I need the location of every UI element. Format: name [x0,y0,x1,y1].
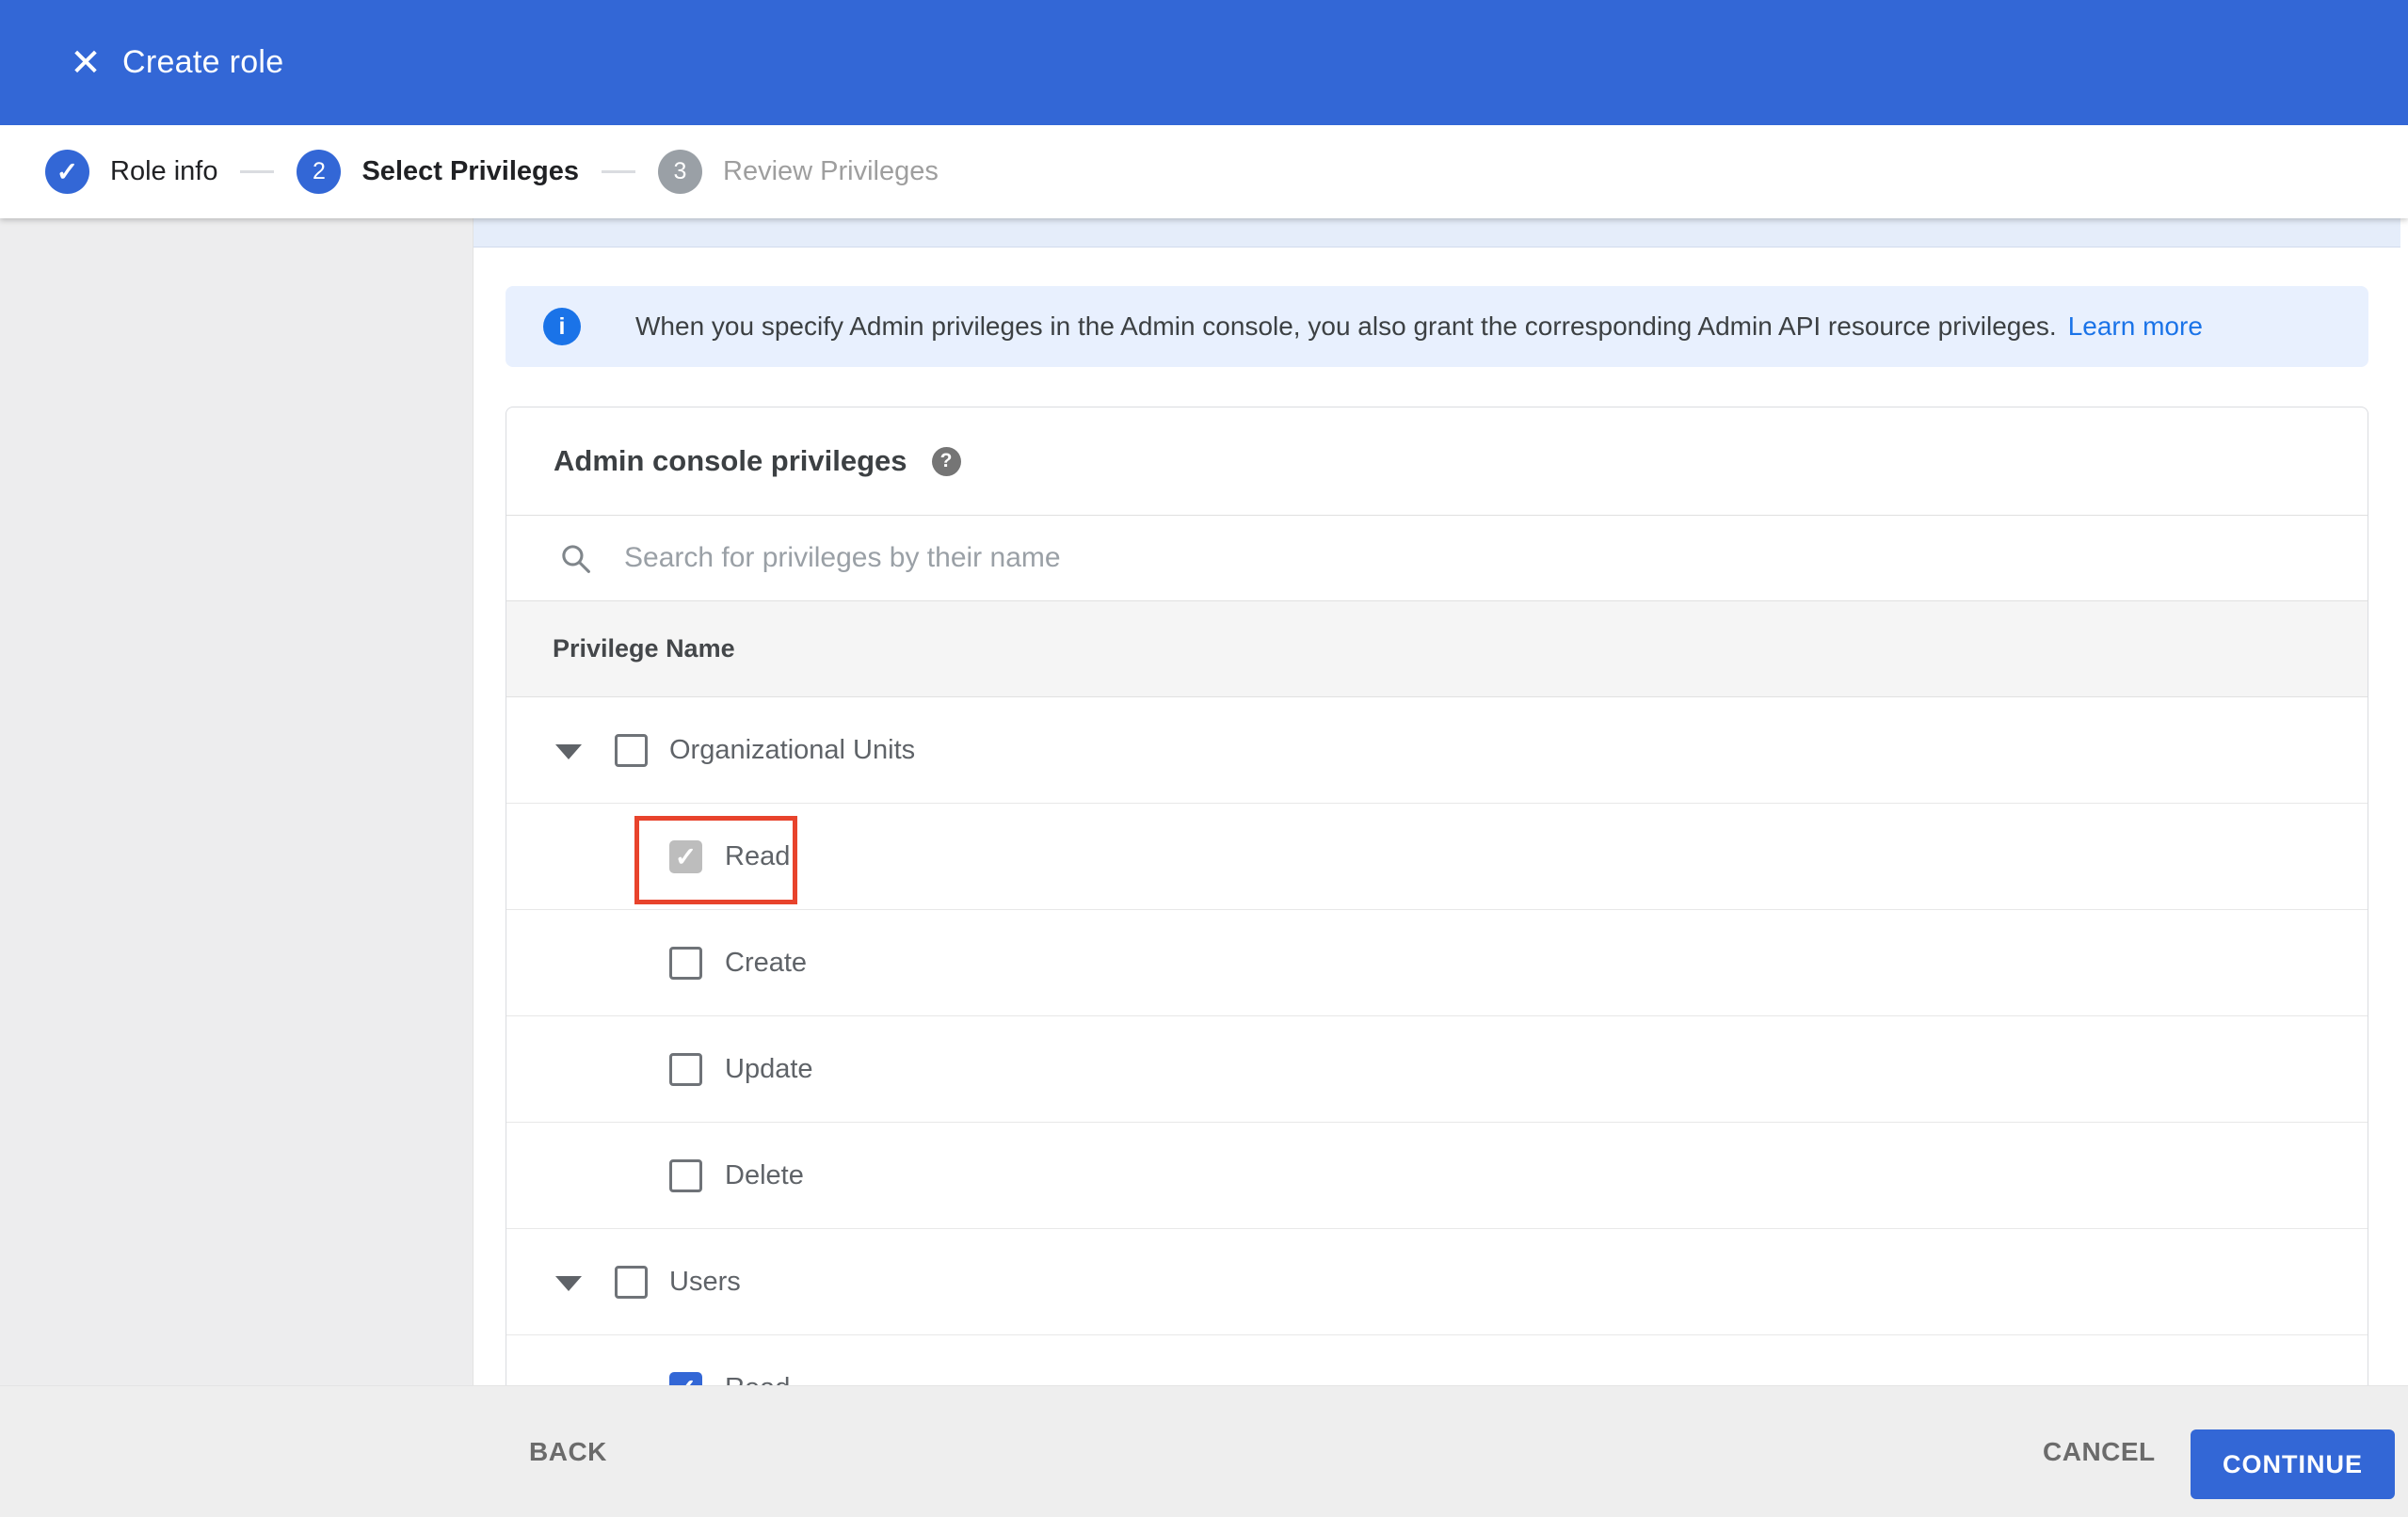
step-number: 3 [658,150,702,194]
privilege-row-read: ✓ Read [506,804,2368,910]
stepper: ✓ Role info 2 Select Privileges 3 Review Priv… [0,125,2408,218]
appbar: ✕ Create role [0,0,2408,125]
expander-triangle-icon[interactable] [555,744,582,759]
page-title: Create role [122,44,284,80]
info-icon: i [543,308,581,345]
column-header-privilege-name: Privilege Name [553,634,735,663]
privilege-row-users: Users [506,1229,2368,1335]
info-banner-text: When you specify Admin privileges in the… [635,311,2057,341]
checkbox-update[interactable] [669,1053,702,1086]
search-input[interactable] [624,542,2036,574]
left-sidebar [0,218,474,1385]
search-icon [562,544,590,573]
privilege-row-read: ✓ Read [506,1335,2368,1386]
step-review-privileges[interactable]: 3 Review Privileges [658,150,939,194]
step-label: Select Privileges [361,156,579,186]
scrolled-content-band [474,216,2400,248]
info-banner: i When you specify Admin privileges in t… [506,286,2368,367]
privilege-label: Delete [725,1160,804,1190]
admin-console-privileges-card: Admin console privileges ? Privilege Nam… [506,407,2368,1386]
continue-button[interactable]: CONTINUE [2191,1429,2395,1499]
back-button[interactable]: BACK [529,1437,607,1467]
step-label: Role info [110,156,218,186]
privilege-search-row [506,515,2368,600]
checkbox-read[interactable]: ✓ [669,840,702,873]
step-number: 2 [297,150,342,194]
privilege-row-update: Update [506,1016,2368,1123]
learn-more-link[interactable]: Learn more [2068,311,2203,342]
checkbox-create[interactable] [669,947,702,980]
checkbox-delete[interactable] [669,1159,702,1192]
step-separator [602,170,635,173]
cancel-button[interactable]: CANCEL [2043,1437,2156,1467]
privilege-label: Users [669,1267,741,1297]
checkbox-read[interactable]: ✓ [669,1372,702,1386]
help-icon[interactable]: ? [931,446,961,476]
table-header-row: Privilege Name [506,600,2368,697]
privilege-label: Read [725,1335,790,1386]
step-label: Review Privileges [723,156,939,186]
close-icon[interactable]: ✕ [43,0,128,125]
step-separator [240,170,275,173]
footer-action-bar: BACK CANCEL [0,1385,2408,1517]
privilege-rows: Organizational Units ✓ Read Create Update Del… [506,697,2368,1386]
stepper-steps: ✓ Role info 2 Select Privileges 3 Review Priv… [45,150,939,194]
expander-triangle-icon[interactable] [555,1276,582,1291]
step-complete-check-icon: ✓ [45,150,89,194]
step-role-info[interactable]: ✓ Role info [45,150,217,194]
checkbox-organizational-units[interactable] [615,734,648,767]
step-select-privileges[interactable]: 2 Select Privileges [297,150,579,194]
privilege-row-organizational-units: Organizational Units [506,697,2368,804]
privilege-label: Update [725,1054,813,1084]
section-title: Admin console privileges [554,444,907,477]
privilege-label: Read [725,841,791,871]
privilege-label: Organizational Units [669,735,916,765]
privilege-row-delete: Delete [506,1123,2368,1229]
privilege-label: Create [725,948,808,978]
checkbox-users[interactable] [615,1266,648,1299]
privilege-row-create: Create [506,910,2368,1016]
